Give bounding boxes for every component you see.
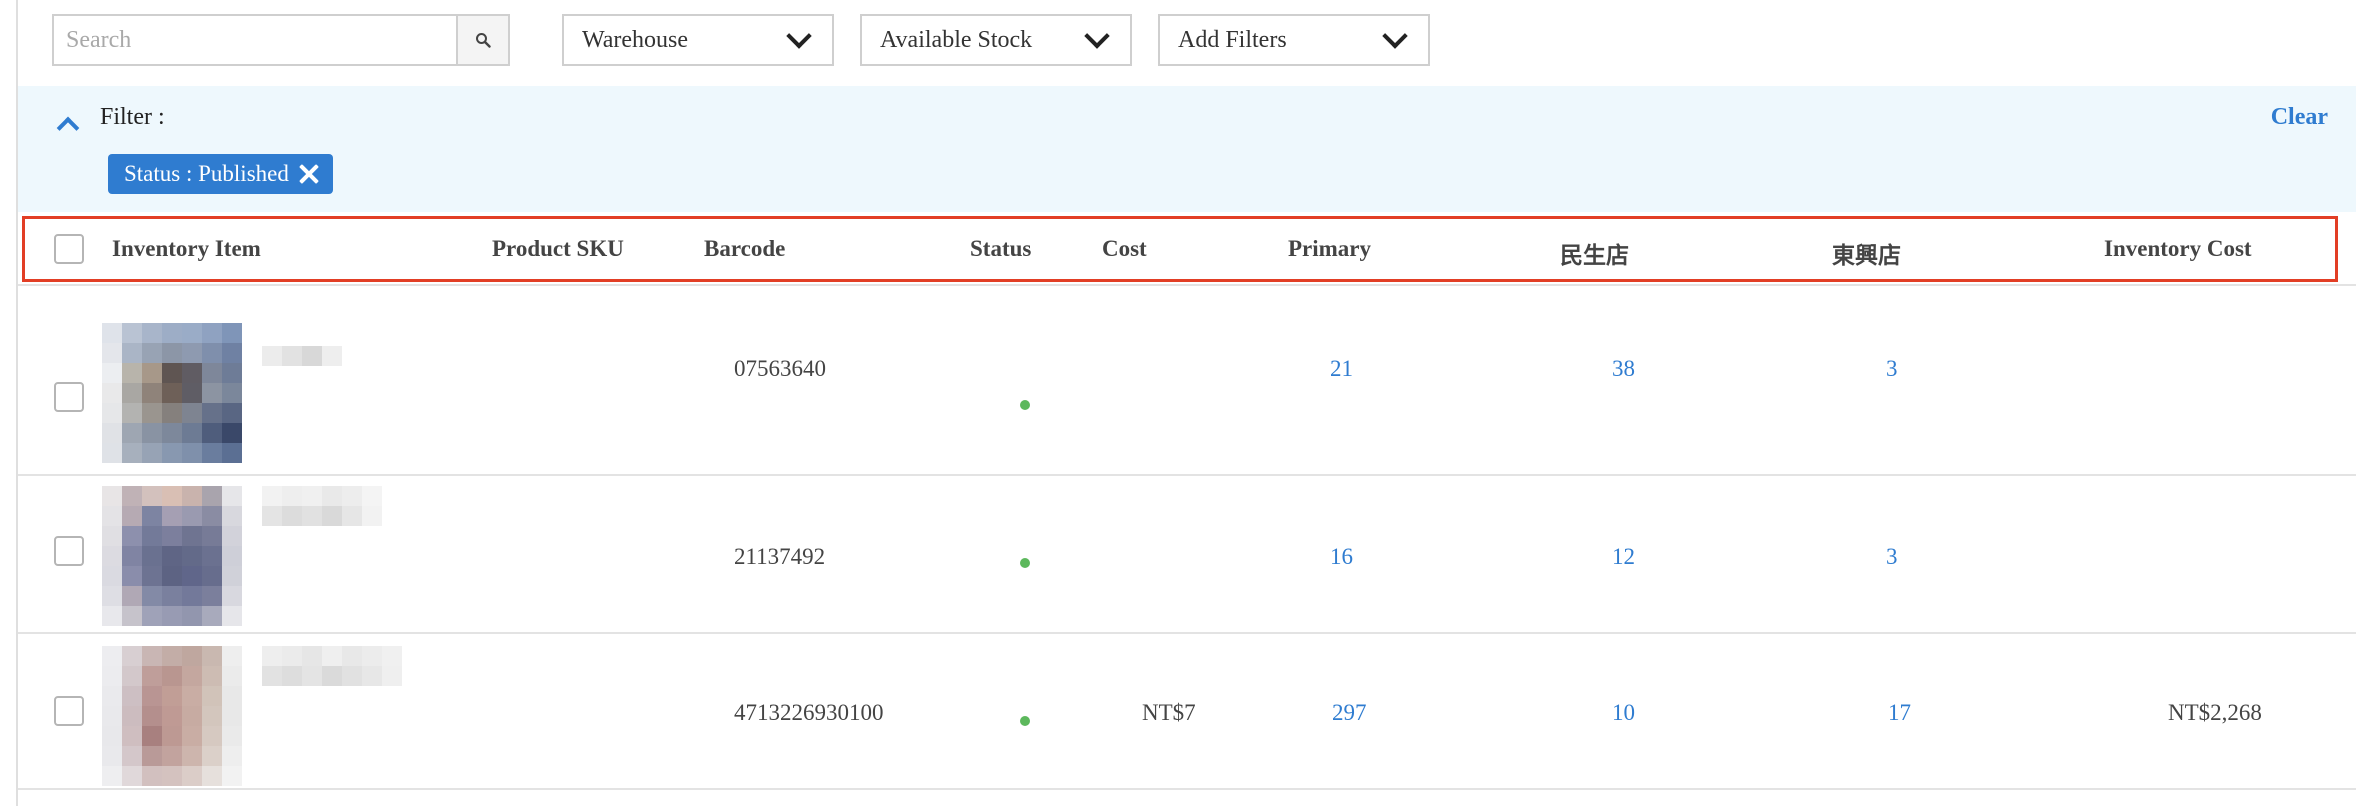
inventory-cost-cell: NT$2,268 <box>2168 700 2262 725</box>
select-all-checkbox[interactable] <box>54 234 84 264</box>
barcode-cell: 4713226930100 <box>734 700 884 725</box>
row-checkbox[interactable] <box>54 536 84 566</box>
filter-label: Filter : <box>100 104 165 130</box>
cost-cell: NT$7 <box>1142 700 1196 725</box>
primary-qty-link[interactable]: 21 <box>1330 356 1353 382</box>
status-published-dot <box>1020 400 1030 410</box>
table-row: 4713226930100 NT$7 297 10 17 NT$2,268 <box>18 632 2356 790</box>
filter-chip-status: Status : Published <box>108 154 333 194</box>
minsheng-qty-link[interactable]: 38 <box>1612 356 1635 382</box>
available-stock-dropdown[interactable]: Available Stock <box>860 14 1132 66</box>
product-thumbnail <box>102 323 242 463</box>
dongxing-qty-link[interactable]: 3 <box>1886 544 1898 570</box>
primary-qty-link[interactable]: 16 <box>1330 544 1353 570</box>
row-checkbox[interactable] <box>54 696 84 726</box>
product-thumbnail <box>102 486 242 626</box>
column-header-primary[interactable]: Primary <box>1288 236 1371 262</box>
chevron-down-icon <box>1084 23 1110 49</box>
minsheng-qty-link[interactable]: 12 <box>1612 544 1635 570</box>
table-row: 07563640 21 38 3 <box>18 284 2356 463</box>
column-header-barcode[interactable]: Barcode <box>704 236 785 262</box>
add-filters-dropdown-label: Add Filters <box>1178 26 1287 53</box>
chevron-down-icon <box>1382 23 1408 49</box>
filter-chip-label: Status : Published <box>124 161 289 186</box>
product-name-redacted <box>262 486 382 526</box>
inventory-page: Warehouse Available Stock Add Filters Fi… <box>16 0 2356 806</box>
active-filters-panel: Filter : Clear Status : Published <box>18 86 2356 212</box>
product-thumbnail <box>102 646 242 786</box>
minsheng-qty-link[interactable]: 10 <box>1612 700 1635 726</box>
product-name-redacted <box>262 346 342 366</box>
dongxing-qty-link[interactable]: 17 <box>1888 700 1911 726</box>
search-box <box>52 14 510 66</box>
search-input[interactable] <box>54 16 460 64</box>
column-header-status[interactable]: Status <box>970 236 1031 262</box>
table-row: 21137492 16 12 3 <box>18 474 2356 632</box>
status-published-dot <box>1020 558 1030 568</box>
collapse-filter-toggle[interactable] <box>56 110 82 140</box>
column-header-store-minsheng[interactable]: 民生店 <box>1560 236 1629 270</box>
chevron-up-icon <box>56 116 80 140</box>
barcode-cell: 21137492 <box>734 544 826 569</box>
column-header-cost[interactable]: Cost <box>1102 236 1147 262</box>
close-icon[interactable] <box>299 164 319 184</box>
warehouse-dropdown-label: Warehouse <box>582 26 689 53</box>
column-header-product-sku[interactable]: Product SKU <box>492 236 624 262</box>
add-filters-dropdown[interactable]: Add Filters <box>1158 14 1430 66</box>
barcode-cell: 07563640 <box>734 356 826 381</box>
primary-qty-link[interactable]: 297 <box>1332 700 1367 726</box>
search-button[interactable] <box>456 16 508 64</box>
warehouse-dropdown[interactable]: Warehouse <box>562 14 834 66</box>
row-checkbox[interactable] <box>54 382 84 412</box>
product-name-redacted <box>262 646 402 686</box>
dongxing-qty-link[interactable]: 3 <box>1886 356 1898 382</box>
chevron-down-icon <box>786 23 812 49</box>
search-icon <box>476 33 491 48</box>
clear-filters-link[interactable]: Clear <box>2271 104 2328 131</box>
status-published-dot <box>1020 716 1030 726</box>
filter-toolbar: Warehouse Available Stock Add Filters <box>18 0 2356 84</box>
table-header-row: Inventory Item Product SKU Barcode Statu… <box>18 214 2356 284</box>
column-header-store-dongxing[interactable]: 東興店 <box>1832 236 1901 270</box>
column-header-inventory-item[interactable]: Inventory Item <box>112 236 261 262</box>
available-stock-dropdown-label: Available Stock <box>880 26 1033 53</box>
column-header-inventory-cost[interactable]: Inventory Cost <box>2104 236 2252 262</box>
